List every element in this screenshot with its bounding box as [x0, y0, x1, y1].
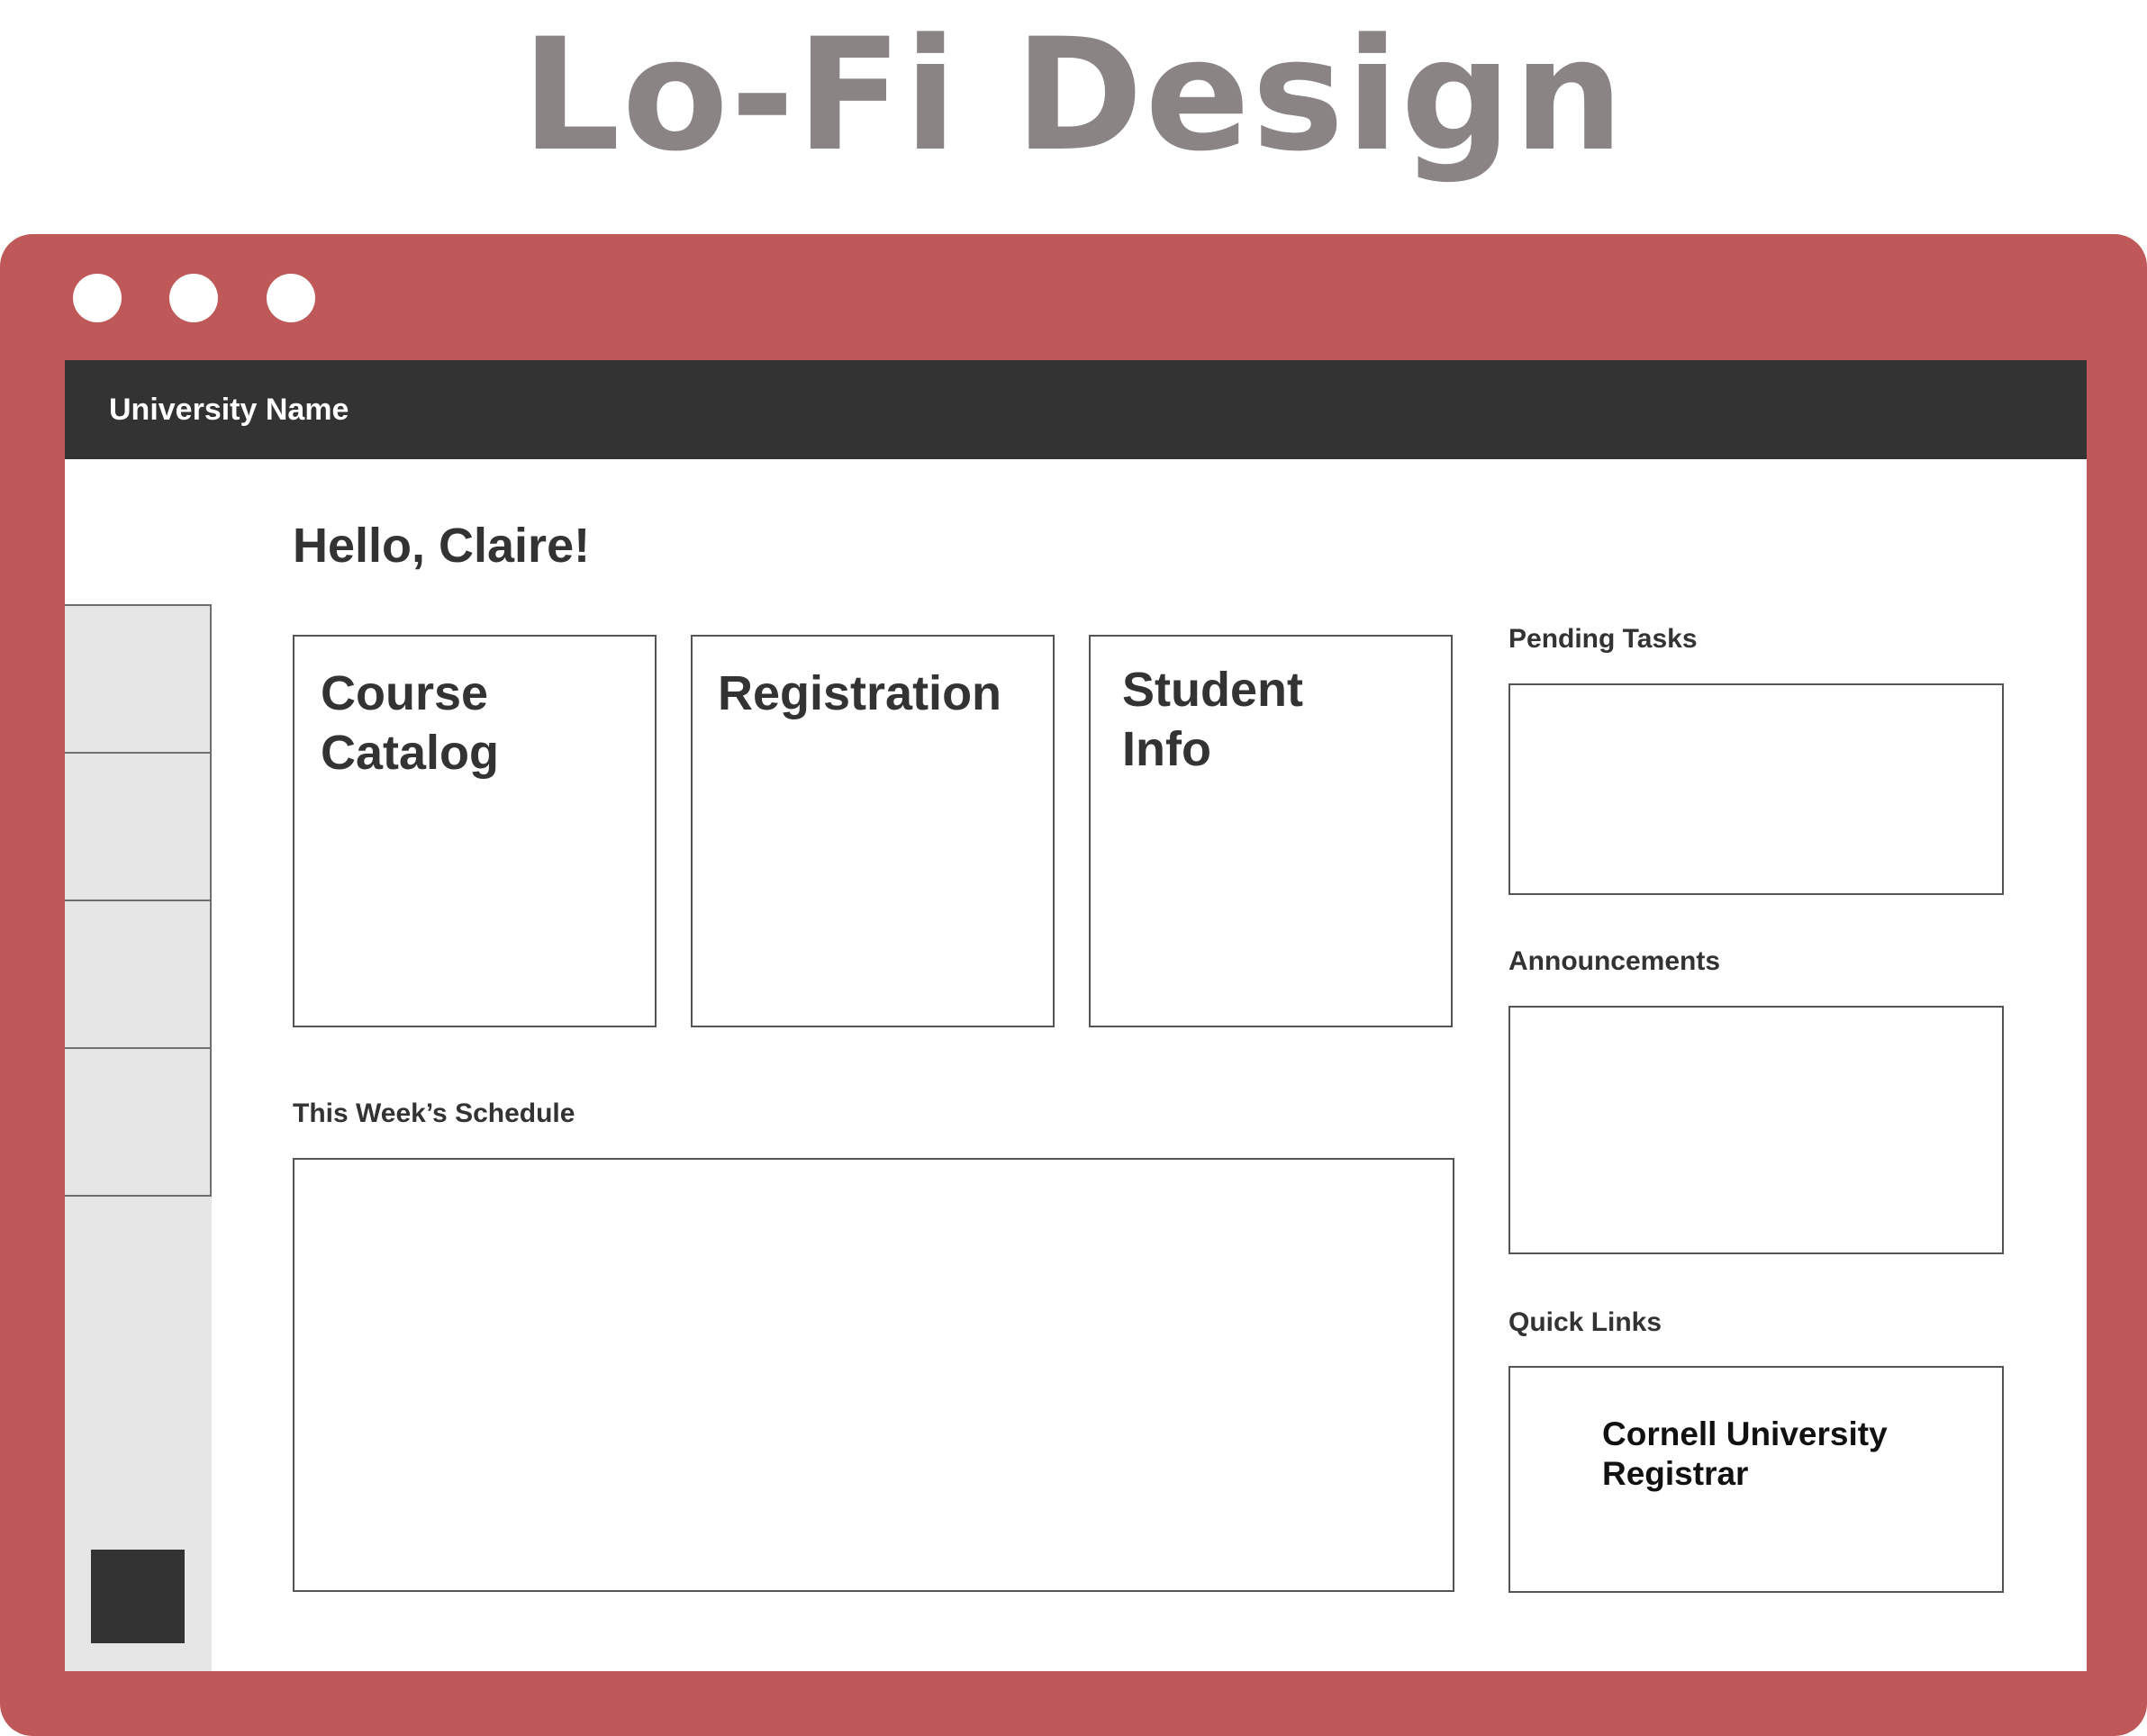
schedule-panel — [293, 1158, 1454, 1592]
card-label: Student Info — [1122, 663, 1303, 776]
window-control-dot[interactable] — [169, 274, 218, 322]
quick-links-heading: Quick Links — [1508, 1307, 1662, 1337]
browser-window: University Name Hello, Claire! Course Ca… — [0, 234, 2147, 1736]
university-name[interactable]: University Name — [109, 360, 349, 459]
sidebar-item[interactable] — [65, 606, 212, 754]
window-control-dot[interactable] — [267, 274, 315, 322]
sidebar-item[interactable] — [65, 901, 212, 1049]
student-info-card[interactable]: Student Info — [1089, 635, 1453, 1027]
profile-button[interactable] — [91, 1550, 185, 1643]
sidebar-item[interactable] — [65, 754, 212, 901]
announcements-heading: Announcements — [1508, 946, 1721, 976]
greeting-heading: Hello, Claire! — [293, 519, 591, 573]
pending-tasks-panel — [1508, 683, 2004, 895]
app-viewport: University Name Hello, Claire! Course Ca… — [65, 360, 2087, 1671]
announcements-panel — [1508, 1006, 2004, 1254]
sidebar-item[interactable] — [65, 1049, 212, 1197]
window-control-dot[interactable] — [73, 274, 122, 322]
sidebar-header — [65, 459, 212, 606]
page-title: Lo-Fi Design — [521, 5, 1626, 185]
registration-card[interactable]: Registration — [691, 635, 1055, 1027]
card-label: Course Catalog — [321, 666, 500, 780]
sidebar — [65, 459, 212, 1671]
course-catalog-card[interactable]: Course Catalog — [293, 635, 657, 1027]
quick-link-registrar[interactable]: Cornell University Registrar — [1602, 1415, 1962, 1494]
quick-links-panel: Cornell University Registrar — [1508, 1366, 2004, 1593]
top-nav-bar: University Name — [65, 360, 2087, 459]
card-label: Registration — [718, 666, 1002, 720]
schedule-heading: This Week’s Schedule — [293, 1099, 575, 1128]
pending-tasks-heading: Pending Tasks — [1508, 624, 1698, 654]
